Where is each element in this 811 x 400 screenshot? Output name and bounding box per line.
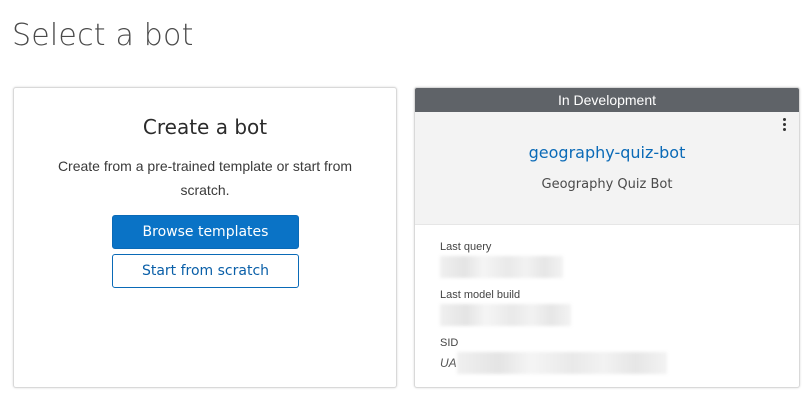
bot-display-name: Geography Quiz Bot xyxy=(541,177,673,192)
create-bot-card: Create a bot Create from a pre-trained t… xyxy=(13,87,397,388)
kebab-menu-icon[interactable] xyxy=(779,118,789,136)
last-query-label: Last query xyxy=(440,241,492,253)
create-bot-description: Create from a pre-trained template or st… xyxy=(57,158,353,198)
bot-card-header: geography-quiz-bot Geography Quiz Bot xyxy=(415,112,799,225)
create-bot-title: Create a bot xyxy=(142,115,268,139)
last-model-build-label: Last model build xyxy=(440,289,521,301)
last-model-build-value xyxy=(440,304,571,326)
status-badge: In Development xyxy=(415,88,799,112)
sid-value xyxy=(457,352,667,374)
sid-prefix: UA xyxy=(440,356,457,370)
page-title: Select a bot xyxy=(12,18,194,53)
sid-label: SID xyxy=(440,337,459,349)
browse-templates-button[interactable]: Browse templates xyxy=(112,215,299,249)
start-from-scratch-button[interactable]: Start from scratch xyxy=(112,254,299,288)
last-query-value xyxy=(440,256,563,278)
bot-card: In Development geography-quiz-bot Geogra… xyxy=(414,87,800,388)
bot-name-link[interactable]: geography-quiz-bot xyxy=(415,143,799,162)
